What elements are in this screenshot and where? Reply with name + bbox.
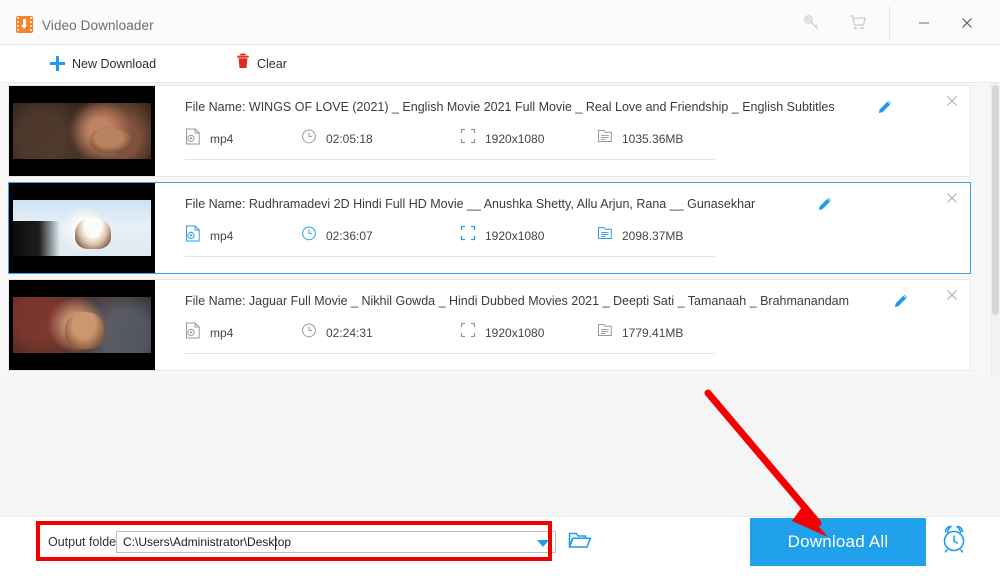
format-cell: mp4 <box>185 128 233 150</box>
resolution-icon <box>460 322 476 343</box>
file-size: 1035.36MB <box>622 131 684 146</box>
file-size: 2098.37MB <box>622 228 684 243</box>
alarm-clock-icon <box>938 525 970 558</box>
duration-cell: 02:24:31 <box>301 322 373 343</box>
duration: 02:05:18 <box>326 131 373 146</box>
video-thumbnail <box>9 86 155 176</box>
resolution-cell: 1920x1080 <box>460 322 544 343</box>
output-folder-input[interactable]: C:\Users\Administrator\Desktop <box>116 531 556 553</box>
filesize-cell: 1035.36MB <box>597 128 683 149</box>
duration-cell: 02:36:07 <box>301 225 373 246</box>
resolution: 1920x1080 <box>485 325 545 340</box>
file-meta: mp4 02:36:07 1920x1080 2098.37MB <box>185 225 885 245</box>
pencil-icon[interactable] <box>893 293 909 314</box>
duration: 02:24:31 <box>326 325 373 340</box>
resolution-cell: 1920x1080 <box>460 225 544 246</box>
minimize-icon[interactable] <box>903 10 945 36</box>
clock-icon <box>301 128 317 149</box>
new-download-button[interactable]: New Download <box>50 45 156 82</box>
file-format-icon <box>185 322 201 344</box>
list-item-body: File Name: Jaguar Full Movie _ Nikhil Go… <box>155 280 970 370</box>
remove-item-button[interactable] <box>940 284 964 306</box>
clear-button[interactable]: Clear <box>236 45 287 82</box>
filesize-cell: 1779.41MB <box>597 322 683 343</box>
list-item[interactable]: File Name: Jaguar Full Movie _ Nikhil Go… <box>8 279 971 371</box>
titlebar-divider <box>889 6 890 39</box>
file-format: mp4 <box>210 229 234 243</box>
item-divider <box>185 256 715 257</box>
format-cell: mp4 <box>185 322 233 344</box>
video-downloader-window: Video Downloader New Download Clear File… <box>0 0 1000 578</box>
file-name: File Name: Jaguar Full Movie _ Nikhil Go… <box>185 294 850 308</box>
browse-folder-button[interactable] <box>568 530 596 554</box>
cart-icon[interactable] <box>836 10 880 36</box>
filesize-cell: 2098.37MB <box>597 225 683 246</box>
text-caret <box>275 536 276 550</box>
file-name: File Name: Rudhramadevi 2D Hindi Full HD… <box>185 197 756 211</box>
list-item[interactable]: File Name: WINGS OF LOVE (2021) _ Englis… <box>8 85 971 177</box>
list-scrollbar-thumb[interactable] <box>992 85 999 315</box>
remove-item-button[interactable] <box>940 187 964 209</box>
file-format: mp4 <box>210 132 234 146</box>
duration: 02:36:07 <box>326 228 373 243</box>
item-divider <box>185 353 715 354</box>
output-folder-label: Output folder: <box>48 535 124 549</box>
download-list: File Name: WINGS OF LOVE (2021) _ Englis… <box>0 83 1000 375</box>
duration-cell: 02:05:18 <box>301 128 373 149</box>
toolbar: New Download Clear <box>0 45 1000 83</box>
pencil-icon[interactable] <box>817 196 833 217</box>
download-all-label: Download All <box>787 532 889 551</box>
clock-icon <box>301 225 317 246</box>
file-meta: mp4 02:24:31 1920x1080 1779.41MB <box>185 322 885 342</box>
file-meta: mp4 02:05:18 1920x1080 1035.36MB <box>185 128 885 148</box>
download-all-button[interactable]: Download All <box>750 518 926 566</box>
resolution-icon <box>460 225 476 246</box>
title-bar: Video Downloader <box>0 0 1000 45</box>
file-name: File Name: WINGS OF LOVE (2021) _ Englis… <box>185 100 835 114</box>
clear-label: Clear <box>257 56 287 71</box>
plus-icon <box>50 56 65 71</box>
list-item-body: File Name: WINGS OF LOVE (2021) _ Englis… <box>155 86 970 176</box>
schedule-button[interactable] <box>938 524 976 560</box>
pencil-icon[interactable] <box>877 99 893 120</box>
document-icon <box>597 322 613 343</box>
clock-icon <box>301 322 317 343</box>
video-thumbnail <box>9 280 155 370</box>
format-cell: mp4 <box>185 225 233 247</box>
resolution: 1920x1080 <box>485 131 545 146</box>
video-downloader-icon <box>16 16 33 33</box>
resolution: 1920x1080 <box>485 228 545 243</box>
document-icon <box>597 225 613 246</box>
window-title: Video Downloader <box>42 18 154 33</box>
trash-icon <box>236 53 250 74</box>
item-divider <box>185 159 715 160</box>
file-format: mp4 <box>210 326 234 340</box>
video-thumbnail <box>9 183 155 273</box>
file-format-icon <box>185 128 201 150</box>
output-folder-value: C:\Users\Administrator\Desktop <box>123 535 292 549</box>
resolution-icon <box>460 128 476 149</box>
list-item-body: File Name: Rudhramadevi 2D Hindi Full HD… <box>155 183 970 273</box>
remove-item-button[interactable] <box>940 90 964 112</box>
document-icon <box>597 128 613 149</box>
list-item[interactable]: File Name: Rudhramadevi 2D Hindi Full HD… <box>8 182 971 274</box>
close-icon[interactable] <box>946 10 988 36</box>
key-icon[interactable] <box>790 10 834 36</box>
chevron-down-icon[interactable] <box>537 540 549 547</box>
new-download-label: New Download <box>72 56 157 71</box>
folder-icon <box>568 532 592 554</box>
file-format-icon <box>185 225 201 247</box>
resolution-cell: 1920x1080 <box>460 128 544 149</box>
file-size: 1779.41MB <box>622 325 684 340</box>
